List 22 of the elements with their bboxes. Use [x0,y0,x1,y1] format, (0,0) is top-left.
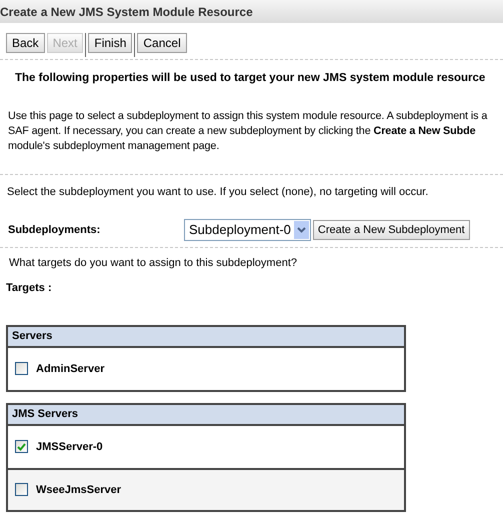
question-text: What targets do you want to assign to this subdeployment? [9,256,297,269]
field-label: Subdeployments: [8,222,102,238]
target-name: AdminServer [36,362,104,376]
table-header: Servers [8,326,404,348]
description-text: SAF agent. If necessary, you can create a new subdeployment by clicking the Create a New Subde [8,124,477,140]
wizard-button[interactable]: Finish [88,33,132,53]
description-text: module's subdeployment management page. [8,139,220,154]
checkbox[interactable] [15,362,28,376]
description-text: Use this page to select a subdeployment to assign this system module resource. A subdeployment is a [8,109,488,124]
subdeployment-select[interactable]: Subdeployment-0 [184,218,311,241]
table-header: JMS Servers [8,404,404,426]
target-name: WseeJmsServer [36,482,122,498]
wizard-button[interactable]: Cancel [137,33,187,53]
checkbox[interactable] [15,440,28,454]
create-subdeployment-button[interactable]: Create a New Subdeployment [312,220,470,240]
window-title: Create a New JMS System Module Resource [0,4,253,20]
hint-text: Select the subdeployment you want to use. If you select (none), no targeting will occur. [7,186,428,198]
target-name: JMSServer-0 [36,440,103,454]
wizard-button[interactable]: Back [6,33,45,53]
checkbox[interactable] [15,483,28,496]
section-heading: The following properties will be used to target your new JMS system module resource [15,72,486,84]
targets-label: Targets : [6,282,52,294]
